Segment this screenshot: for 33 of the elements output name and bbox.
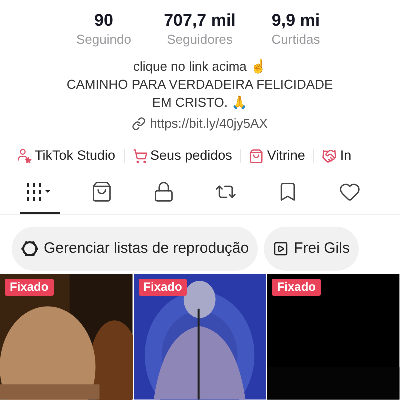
heart-icon (339, 181, 361, 204)
lock-icon (153, 181, 175, 204)
stat-label: Seguindo (76, 32, 132, 48)
bag-icon (249, 148, 264, 164)
playlist-icon (273, 241, 290, 258)
link-icon (132, 117, 146, 131)
pinned-badge: Fixado (5, 279, 54, 296)
video-thumbnail[interactable]: Fixado (267, 274, 400, 400)
profile-tab[interactable] (20, 180, 60, 214)
bio-link[interactable]: https://bit.ly/40jy5AX (132, 115, 268, 133)
pinned-badge: Fixado (272, 279, 322, 296)
video-thumbnail[interactable]: Fixado (134, 274, 266, 400)
shortcut-button[interactable]: In (322, 146, 352, 166)
user-star-icon (16, 148, 32, 164)
gear-icon (21, 240, 39, 258)
stat-value: 707,7 mil (164, 10, 236, 32)
pinned-badge: Fixado (138, 279, 188, 296)
playlist-chip[interactable]: Frei Gils (264, 227, 359, 272)
shortcut-button[interactable]: Seus pedidos (132, 146, 232, 166)
bag-icon (91, 181, 113, 204)
video-thumbnail[interactable]: Fixado (0, 274, 133, 400)
stat-value: 90 (94, 10, 114, 32)
bio-line: clique no link acima ☝ (133, 58, 267, 76)
playlist-chip[interactable]: Gerenciar listas de reprodução (12, 227, 258, 272)
stat-value: 9,9 mi (272, 10, 320, 32)
bio-line: CAMINHO PARA VERDADEIRA FELICIDADE (66, 76, 334, 94)
bio-line: EM CRISTO. 🙏 (152, 94, 248, 112)
cart-icon (132, 148, 148, 164)
stat-label: Seguidores (167, 32, 233, 48)
shortcut-button[interactable]: Vitrine (249, 146, 306, 166)
shortcut-button[interactable]: TikTok Studio (16, 146, 116, 166)
handshake-icon (322, 148, 338, 164)
stat-label: Curtidas (272, 32, 320, 48)
